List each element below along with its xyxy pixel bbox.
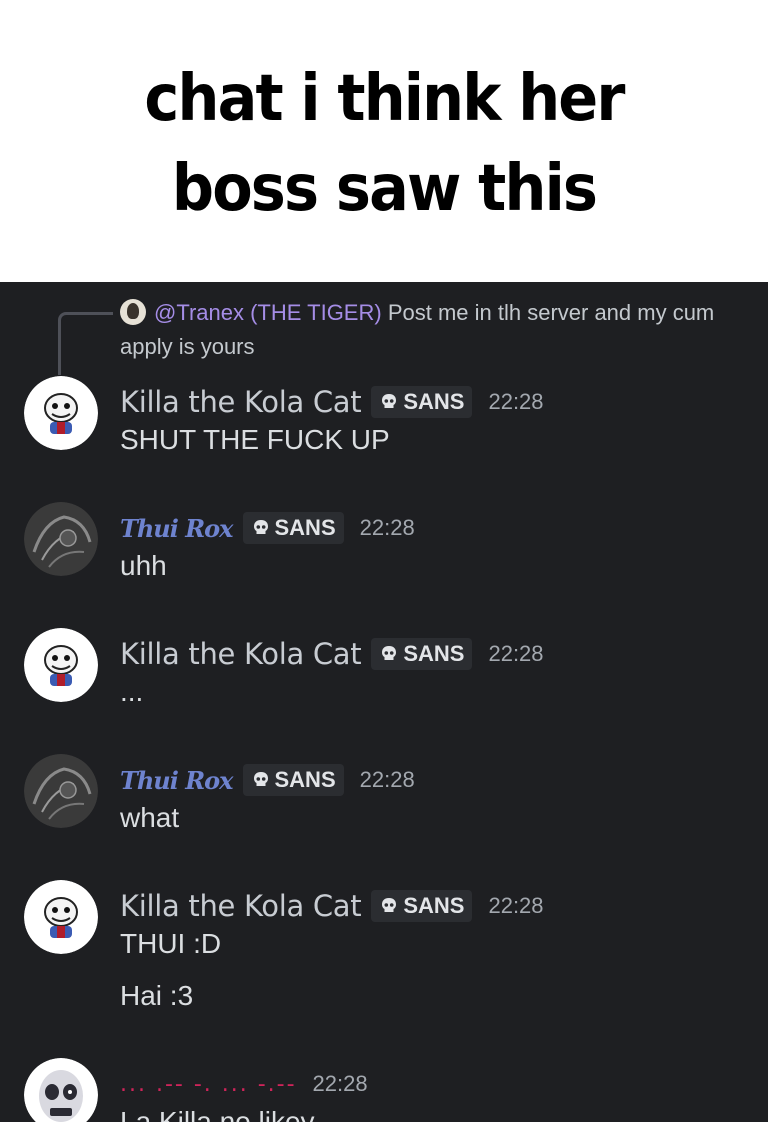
server-tag[interactable]: SANS [242, 512, 344, 544]
author-name[interactable]: Killa the Kola Cat [120, 889, 362, 923]
message-header: ... .-- -. ... -.-- 22:28 [120, 1064, 368, 1104]
meme-caption: chat i think her boss saw this [0, 0, 768, 282]
skull-icon [382, 646, 397, 660]
skull-avatar-icon[interactable] [24, 1058, 98, 1122]
tag-label: SANS [274, 767, 336, 792]
tag-label: SANS [403, 641, 465, 666]
server-tag[interactable]: SANS [371, 890, 473, 922]
message-header: Thui Rox SANS 22:28 [120, 508, 415, 548]
tag-label: SANS [403, 893, 465, 918]
author-name[interactable]: Killa the Kola Cat [120, 385, 362, 419]
message-text: uhh [120, 550, 167, 581]
reply-connector [58, 312, 113, 375]
skull-icon [253, 520, 268, 534]
skull-icon [382, 394, 397, 408]
timestamp: 22:28 [488, 893, 544, 918]
message-text: THUI :D [120, 928, 222, 959]
timestamp: 22:28 [488, 641, 544, 666]
sans-avatar-icon[interactable] [24, 880, 98, 954]
server-tag[interactable]: SANS [242, 764, 344, 796]
message-text: what [120, 802, 180, 833]
message-text: ... [120, 676, 144, 707]
server-tag[interactable]: SANS [371, 638, 473, 670]
message-header: Thui Rox SANS 22:28 [120, 760, 415, 800]
sans-avatar-icon[interactable] [24, 376, 98, 450]
timestamp: 22:28 [312, 1071, 368, 1096]
sans-avatar-icon[interactable] [24, 628, 98, 702]
chat-screenshot: @Tranex (THE TIGER) Post me in tlh serve… [0, 282, 768, 1122]
author-name[interactable]: Thui Rox [120, 766, 233, 795]
message-text: La Killa no likey [120, 1106, 315, 1122]
skull-icon [253, 772, 268, 786]
tag-label: SANS [403, 389, 465, 414]
author-name[interactable]: Killa the Kola Cat [120, 637, 362, 671]
sketch-avatar-icon[interactable] [24, 754, 98, 828]
timestamp: 22:28 [488, 389, 544, 414]
reply-mention[interactable]: @Tranex (THE TIGER) [154, 300, 382, 325]
reply-preview[interactable]: @Tranex (THE TIGER) Post me in tlh serve… [120, 296, 750, 364]
message-header: Killa the Kola Cat SANS 22:28 [120, 382, 544, 422]
tag-label: SANS [274, 515, 336, 540]
caption-text: chat i think her boss saw this [144, 62, 625, 226]
author-name[interactable]: ... .-- -. ... -.-- [120, 1072, 297, 1097]
message-text: SHUT THE FUCK UP [120, 424, 390, 455]
timestamp: 22:28 [359, 767, 415, 792]
timestamp: 22:28 [359, 515, 415, 540]
server-tag[interactable]: SANS [371, 386, 473, 418]
message-header: Killa the Kola Cat SANS 22:28 [120, 886, 544, 926]
message-header: Killa the Kola Cat SANS 22:28 [120, 634, 544, 674]
sketch-avatar-icon[interactable] [24, 502, 98, 576]
author-name[interactable]: Thui Rox [120, 514, 233, 543]
skull-icon [382, 898, 397, 912]
message-text: Hai :3 [120, 980, 194, 1011]
reply-avatar-icon [120, 299, 146, 325]
